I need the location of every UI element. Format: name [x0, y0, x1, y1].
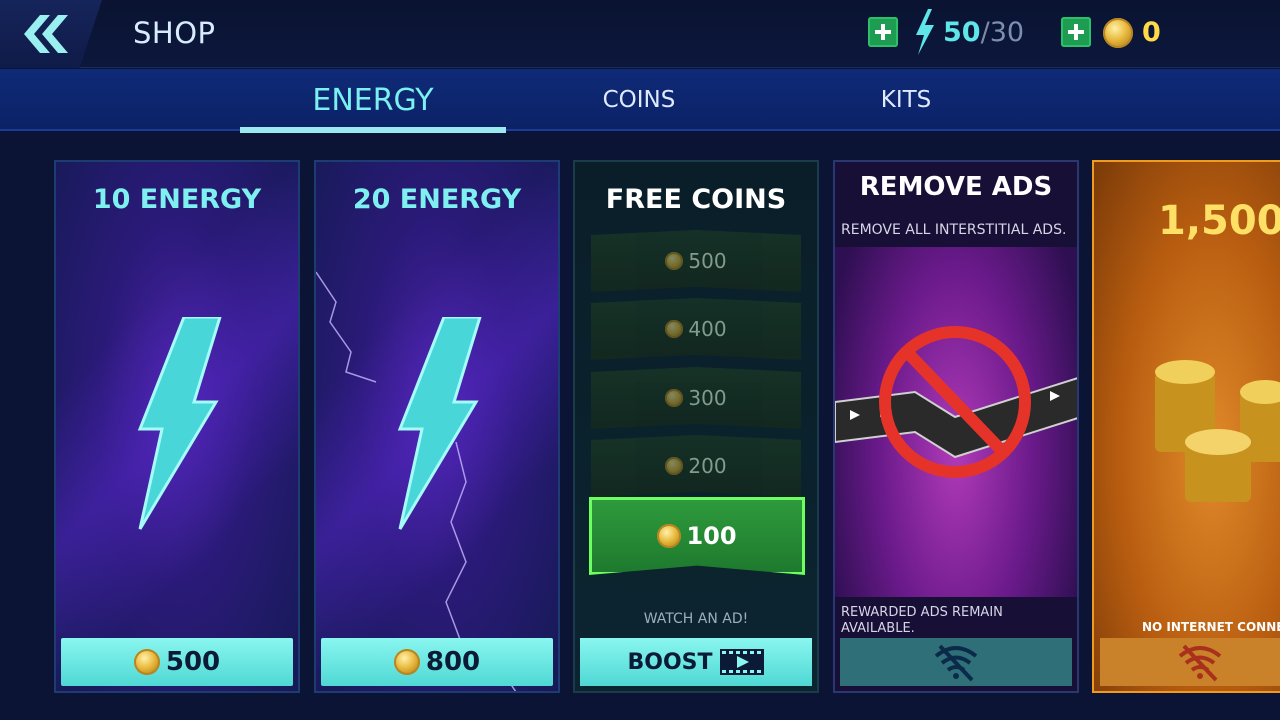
- no-wifi-icon: [1178, 644, 1222, 682]
- coin-pack-card[interactable]: 1,500 NO INTERNET CONNECTIO: [1092, 160, 1280, 693]
- tab-kits[interactable]: KITS: [773, 69, 1039, 131]
- lightning-bolt-icon: [137, 317, 222, 530]
- video-play-icon: [719, 649, 764, 675]
- buy-coin-pack-button[interactable]: [1100, 638, 1280, 686]
- card-title: 20 ENERGY: [352, 184, 522, 215]
- add-energy-button[interactable]: [868, 17, 898, 47]
- coin-stack-icon: [1155, 360, 1280, 502]
- top-bar: SHOP 50/30 0: [0, 0, 1280, 68]
- free-coins-card[interactable]: FREE COINS 500 400 300 200 100 WATCH AN …: [573, 160, 819, 693]
- reward-tier: 200: [591, 435, 801, 497]
- coin-icon: [1103, 18, 1133, 48]
- energy-bolt-icon: [916, 9, 934, 55]
- coin-icon: [133, 649, 160, 675]
- reward-amount: 300: [688, 386, 727, 410]
- card-title: FREE COINS: [605, 184, 787, 215]
- reward-amount: 100: [686, 522, 737, 550]
- connection-status: NO INTERNET CONNECTIO: [1142, 620, 1280, 634]
- reward-tier: 400: [591, 298, 801, 360]
- reward-tier: 300: [591, 367, 801, 429]
- lightning-bolt-icon: [397, 317, 482, 530]
- boost-button[interactable]: BOOST: [580, 638, 812, 686]
- energy-10-card[interactable]: 10 ENERGY 500: [54, 160, 300, 693]
- card-title: REMOVE ADS: [859, 172, 1053, 202]
- reward-amount: 200: [688, 454, 727, 478]
- buy-energy-10-button[interactable]: 500: [61, 638, 293, 686]
- reward-tier: 500: [591, 230, 801, 292]
- energy-separator: /: [980, 17, 990, 48]
- tab-coins[interactable]: COINS: [506, 69, 772, 131]
- ads-note-line: REWARDED ADS REMAIN: [841, 605, 1003, 620]
- boost-label: BOOST: [627, 649, 713, 675]
- tab-bar: ENERGY COINS KITS: [0, 69, 1280, 133]
- page-title: SHOP: [133, 16, 216, 50]
- coin-icon: [665, 320, 684, 338]
- coin-icon: [665, 389, 684, 407]
- remove-ads-button[interactable]: [840, 638, 1072, 686]
- energy-counter: 50/30: [943, 17, 1024, 48]
- back-button[interactable]: [0, 0, 102, 68]
- energy-20-card[interactable]: 20 ENERGY 800: [314, 160, 560, 693]
- price-label: 800: [425, 647, 481, 677]
- buy-energy-20-button[interactable]: 800: [321, 638, 553, 686]
- card-title: 10 ENERGY: [92, 184, 262, 215]
- coin-icon: [665, 252, 684, 270]
- double-chevron-left-icon: [24, 15, 68, 53]
- reward-amount: 400: [688, 317, 727, 341]
- no-ads-film-icon: [835, 326, 1077, 478]
- price-label: 500: [165, 647, 221, 677]
- ads-note-line: AVAILABLE.: [841, 621, 915, 636]
- ads-note: REWARDED ADS REMAIN AVAILABLE.: [841, 605, 1003, 637]
- add-coins-button[interactable]: [1061, 17, 1091, 47]
- coin-pack-amount: 1,500: [1158, 198, 1280, 244]
- energy-current: 50: [943, 17, 981, 48]
- coin-icon: [657, 524, 682, 548]
- ads-subtitle: REMOVE ALL INTERSTITIAL ADS.: [841, 222, 1067, 238]
- coin-icon: [393, 649, 420, 675]
- no-wifi-icon: [934, 644, 978, 682]
- watch-ad-text: WATCH AN AD!: [643, 611, 749, 627]
- tab-energy[interactable]: ENERGY: [240, 69, 506, 133]
- coin-counter: 0: [1142, 17, 1161, 48]
- coin-icon: [665, 457, 684, 475]
- remove-ads-card[interactable]: REMOVE ADS REMOVE ALL INTERSTITIAL ADS. …: [833, 160, 1079, 693]
- reward-tier-highlighted: 100: [589, 497, 805, 575]
- reward-amount: 500: [688, 249, 727, 273]
- energy-max: 30: [989, 17, 1025, 48]
